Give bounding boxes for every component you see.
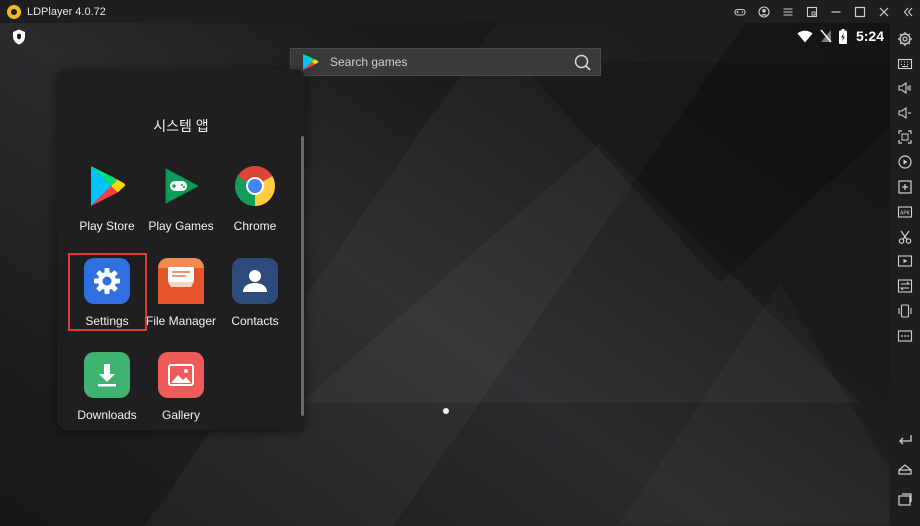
app-label: Contacts	[231, 314, 279, 328]
settings-icon[interactable]	[897, 31, 913, 47]
search-icon[interactable]	[574, 54, 591, 71]
app-file-manager[interactable]: File Manager	[141, 258, 221, 328]
collapse-icon[interactable]	[896, 0, 920, 23]
title-bar: LDPlayer 4.0.72	[0, 0, 920, 23]
maximize-icon[interactable]	[848, 0, 872, 23]
chrome-icon	[232, 163, 278, 209]
app-label: Gallery	[161, 408, 200, 422]
system-apps-folder: 시스템 앱 Play Store Play Games Chrome Setti…	[57, 69, 305, 430]
app-label: Downloads	[77, 408, 137, 422]
android-home-screen: 5:24 Search games 시스템 앱 Play Store Play …	[0, 23, 890, 526]
app-label: File Manager	[145, 314, 217, 328]
folder-scrollbar[interactable]	[301, 136, 304, 416]
apk-icon[interactable]: APK	[897, 204, 913, 220]
fullscreen-icon[interactable]	[897, 129, 913, 145]
page-indicator-dot	[443, 408, 449, 414]
search-games-bar[interactable]: Search games	[290, 48, 601, 76]
more-icon[interactable]	[897, 328, 913, 344]
app-label: Settings	[85, 314, 129, 328]
shield-icon	[13, 29, 25, 45]
back-icon[interactable]	[897, 431, 913, 447]
play-store-icon	[84, 163, 130, 209]
shake-icon[interactable]	[897, 303, 913, 319]
app-downloads[interactable]: Downloads	[67, 352, 147, 422]
video-icon[interactable]	[897, 253, 913, 269]
keyboard-icon[interactable]	[897, 56, 913, 72]
sync-icon[interactable]	[897, 278, 913, 294]
play-store-logo-icon	[303, 54, 319, 70]
menu-icon[interactable]	[776, 0, 800, 23]
app-play-games[interactable]: Play Games	[141, 163, 221, 233]
status-bar: 5:24	[797, 27, 884, 45]
volume-down-icon[interactable]	[897, 105, 913, 121]
play-games-icon	[158, 163, 204, 209]
window-title: LDPlayer 4.0.72	[27, 5, 106, 18]
contacts-icon	[232, 258, 278, 304]
gallery-icon	[158, 352, 204, 398]
app-label: Chrome	[233, 219, 277, 233]
ldplayer-logo-icon	[7, 4, 21, 19]
gamepad-icon[interactable]	[728, 0, 752, 23]
app-chrome[interactable]: Chrome	[215, 163, 295, 233]
app-label: Play Games	[148, 219, 214, 233]
wifi-icon	[797, 30, 813, 42]
folder-title: 시스템 앱	[153, 118, 209, 134]
ldplayer-window: LDPlayer 4.0.72 5:24 Search games 시스템 앱 …	[0, 0, 920, 526]
downloads-icon	[84, 352, 130, 398]
search-label: Search games	[330, 55, 408, 69]
battery-charging-icon	[838, 28, 847, 44]
svg-text:APK: APK	[900, 211, 911, 217]
app-play-store[interactable]: Play Store	[67, 163, 147, 233]
app-gallery[interactable]: Gallery	[141, 352, 221, 422]
close-icon[interactable]	[872, 0, 896, 23]
recent-apps-icon[interactable]	[897, 491, 913, 507]
status-clock: 5:24	[855, 28, 884, 44]
right-toolbar: APK	[890, 23, 920, 526]
no-signal-icon	[820, 29, 832, 43]
file-manager-icon	[158, 258, 204, 304]
scissors-icon[interactable]	[897, 229, 913, 245]
add-icon[interactable]	[897, 179, 913, 195]
settings-icon	[84, 258, 130, 304]
home-icon[interactable]	[897, 461, 913, 477]
app-contacts[interactable]: Contacts	[215, 258, 295, 328]
app-settings[interactable]: Settings	[67, 258, 147, 328]
minimize-icon[interactable]	[824, 0, 848, 23]
volume-up-icon[interactable]	[897, 80, 913, 96]
record-icon[interactable]	[897, 154, 913, 170]
user-icon[interactable]	[752, 0, 776, 23]
app-label: Play Store	[79, 219, 135, 233]
screenshot-icon[interactable]	[800, 0, 824, 23]
